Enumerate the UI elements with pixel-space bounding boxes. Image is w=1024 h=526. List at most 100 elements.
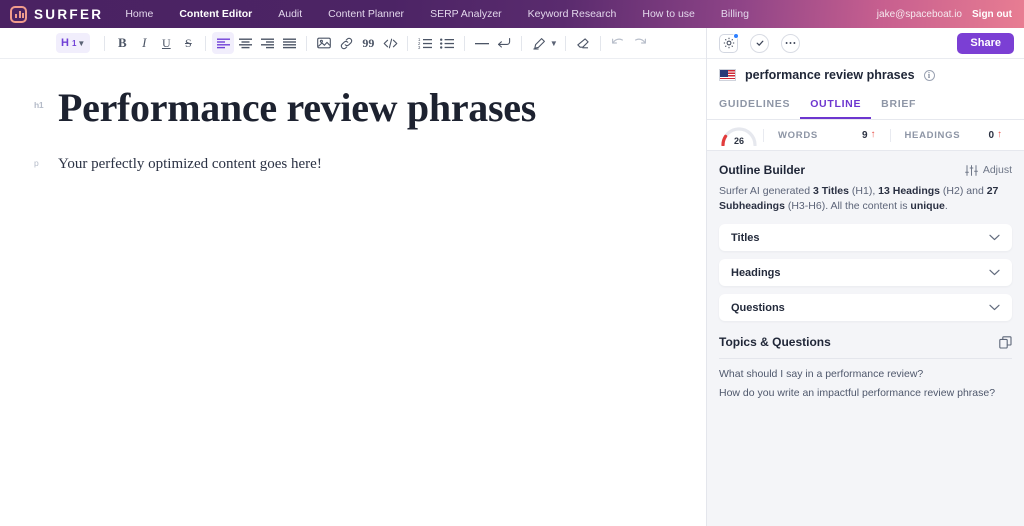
adjust-label: Adjust (982, 164, 1012, 176)
toolbar-divider (205, 35, 207, 51)
stat-headings: Headings 0 ↑ (895, 130, 1013, 141)
underline-icon[interactable]: U (155, 32, 177, 54)
chevron-down-icon (989, 304, 1000, 311)
info-icon[interactable]: i (923, 69, 935, 81)
block-type-marker-p: p (34, 158, 39, 168)
nav-link-how-to-use[interactable]: How to use (642, 8, 695, 20)
document-paragraph-block[interactable]: p Your perfectly optimized content goes … (30, 153, 676, 176)
topics-questions-section: Topics & Questions What should I say in … (707, 335, 1024, 399)
redo-icon[interactable] (629, 32, 651, 54)
highlighter-icon[interactable] (528, 32, 550, 54)
surfer-bars-logo-icon (10, 5, 27, 23)
stat-headings-arrow-icon: ↑ (997, 129, 1002, 140)
desc-part-4: (H3-H6). All the content is (784, 200, 911, 213)
stat-divider (763, 128, 764, 142)
strikethrough-icon[interactable]: S (177, 32, 199, 54)
toolbar-divider (407, 35, 409, 51)
notification-dot (733, 32, 739, 39)
italic-icon[interactable]: I (133, 32, 155, 54)
align-justify-icon[interactable] (278, 32, 300, 54)
nav-link-audit[interactable]: Audit (278, 8, 302, 20)
copy-icon[interactable] (999, 336, 1012, 349)
keyword-header: performance review phrases i (707, 59, 1024, 92)
stat-divider (889, 128, 891, 142)
sign-out-link[interactable]: Sign out (972, 9, 1012, 20)
bullet-list-icon[interactable] (436, 32, 458, 54)
main-layout: H1 ▼ B I U S 99 1 2 3 ▼ h1 Performance r… (0, 28, 1024, 526)
panel-tabs: Guidelines Outline Brief (707, 92, 1024, 120)
brand-name: SURFER (34, 6, 104, 22)
undo-icon[interactable] (607, 32, 629, 54)
stat-words-arrow-icon: ↑ (870, 129, 876, 140)
topic-question-item[interactable]: What should I say in a performance revie… (719, 368, 1012, 380)
check-circle-icon[interactable] (750, 33, 769, 53)
desc-part-1: Surfer AI generated (719, 185, 813, 197)
document-title-block[interactable]: h1 Performance review phrases (30, 85, 676, 131)
toolbar-divider (306, 35, 308, 51)
align-right-icon[interactable] (256, 32, 278, 54)
account-email[interactable]: jake@spaceboat.io (877, 9, 962, 20)
desc-titles-count: 3 Titles (812, 185, 849, 197)
tab-outline[interactable]: Outline (800, 92, 872, 119)
accordion-titles[interactable]: Titles (719, 224, 1012, 252)
stat-headings-label: Headings (904, 129, 961, 141)
clear-format-icon[interactable] (572, 32, 594, 54)
stat-words: Words 9 ↑ (768, 130, 886, 141)
align-center-icon[interactable] (234, 32, 256, 54)
bold-icon[interactable]: B (111, 32, 133, 54)
toolbar-divider (521, 35, 523, 51)
share-button[interactable]: Share (957, 32, 1014, 54)
document-paragraph-text: Your perfectly optimized content goes he… (58, 156, 322, 172)
line-break-icon[interactable] (493, 32, 515, 54)
chevron-down-icon (989, 234, 1000, 241)
nav-link-home[interactable]: Home (125, 8, 153, 20)
toolbar-divider (104, 35, 106, 51)
content-score-value: 26 (733, 136, 744, 146)
link-icon[interactable] (335, 32, 357, 54)
nav-link-serp-analyzer[interactable]: SERP Analyzer (430, 8, 502, 20)
panel-toolbar: Share (707, 28, 1024, 59)
heading-style-selector[interactable]: H1 ▼ (56, 33, 91, 53)
nav-link-content-editor[interactable]: Content Editor (179, 8, 252, 20)
tab-guidelines[interactable]: Guidelines (719, 92, 800, 119)
toolbar-divider (464, 35, 466, 51)
keyword-title: performance review phrases (745, 68, 915, 82)
outline-builder-header: Outline Builder Adjust (719, 163, 1012, 177)
blockquote-icon[interactable]: 99 (357, 32, 379, 54)
chevron-down-icon: ▼ (77, 38, 86, 48)
outline-builder-description: Surfer AI generated 3 Titles (H1), 13 He… (719, 184, 1012, 214)
topic-question-item[interactable]: How do you write an impactful performanc… (719, 387, 1012, 399)
editor-column: H1 ▼ B I U S 99 1 2 3 ▼ h1 Performance r… (0, 28, 706, 526)
more-circle-icon[interactable] (781, 33, 800, 53)
ordered-list-icon[interactable]: 1 2 3 (414, 32, 436, 54)
tab-brief[interactable]: Brief (871, 92, 926, 119)
nav-link-keyword-research[interactable]: Keyword Research (528, 8, 617, 20)
brand-logo[interactable]: SURFER (10, 5, 104, 23)
stat-headings-value: 0 (988, 129, 994, 141)
content-score-gauge: 26 (719, 124, 759, 146)
top-navigation-bar: SURFER Home Content Editor Audit Content… (0, 0, 1024, 28)
block-type-marker-h1: h1 (34, 100, 44, 110)
nav-link-billing[interactable]: Billing (721, 8, 749, 20)
desc-unique: unique (910, 200, 945, 213)
highlighter-chevron-down-icon[interactable]: ▼ (548, 32, 559, 54)
editor-toolbar: H1 ▼ B I U S 99 1 2 3 ▼ (0, 28, 706, 59)
desc-headings-count: 13 Headings (878, 185, 941, 197)
image-icon[interactable] (313, 32, 335, 54)
horizontal-rule-icon[interactable] (471, 32, 493, 54)
topics-questions-title: Topics & Questions (719, 335, 831, 350)
accordion-questions[interactable]: Questions (719, 294, 1012, 322)
code-icon[interactable] (379, 32, 401, 54)
nav-link-content-planner[interactable]: Content Planner (328, 8, 404, 20)
stat-words-label: Words (778, 129, 818, 141)
outline-builder-section: Outline Builder Adjust Surfer AI generat… (707, 151, 1024, 214)
accordion-questions-label: Questions (731, 301, 785, 314)
heading-style-label: H (61, 37, 69, 49)
adjust-button[interactable]: Adjust (964, 164, 1012, 176)
document-editor-area[interactable]: h1 Performance review phrases p Your per… (0, 59, 706, 526)
sliders-icon (964, 164, 978, 176)
align-left-icon[interactable] (212, 32, 235, 54)
accordion-headings[interactable]: Headings (719, 259, 1012, 287)
gear-icon[interactable] (719, 32, 739, 53)
nav-links: Home Content Editor Audit Content Planne… (125, 8, 749, 20)
